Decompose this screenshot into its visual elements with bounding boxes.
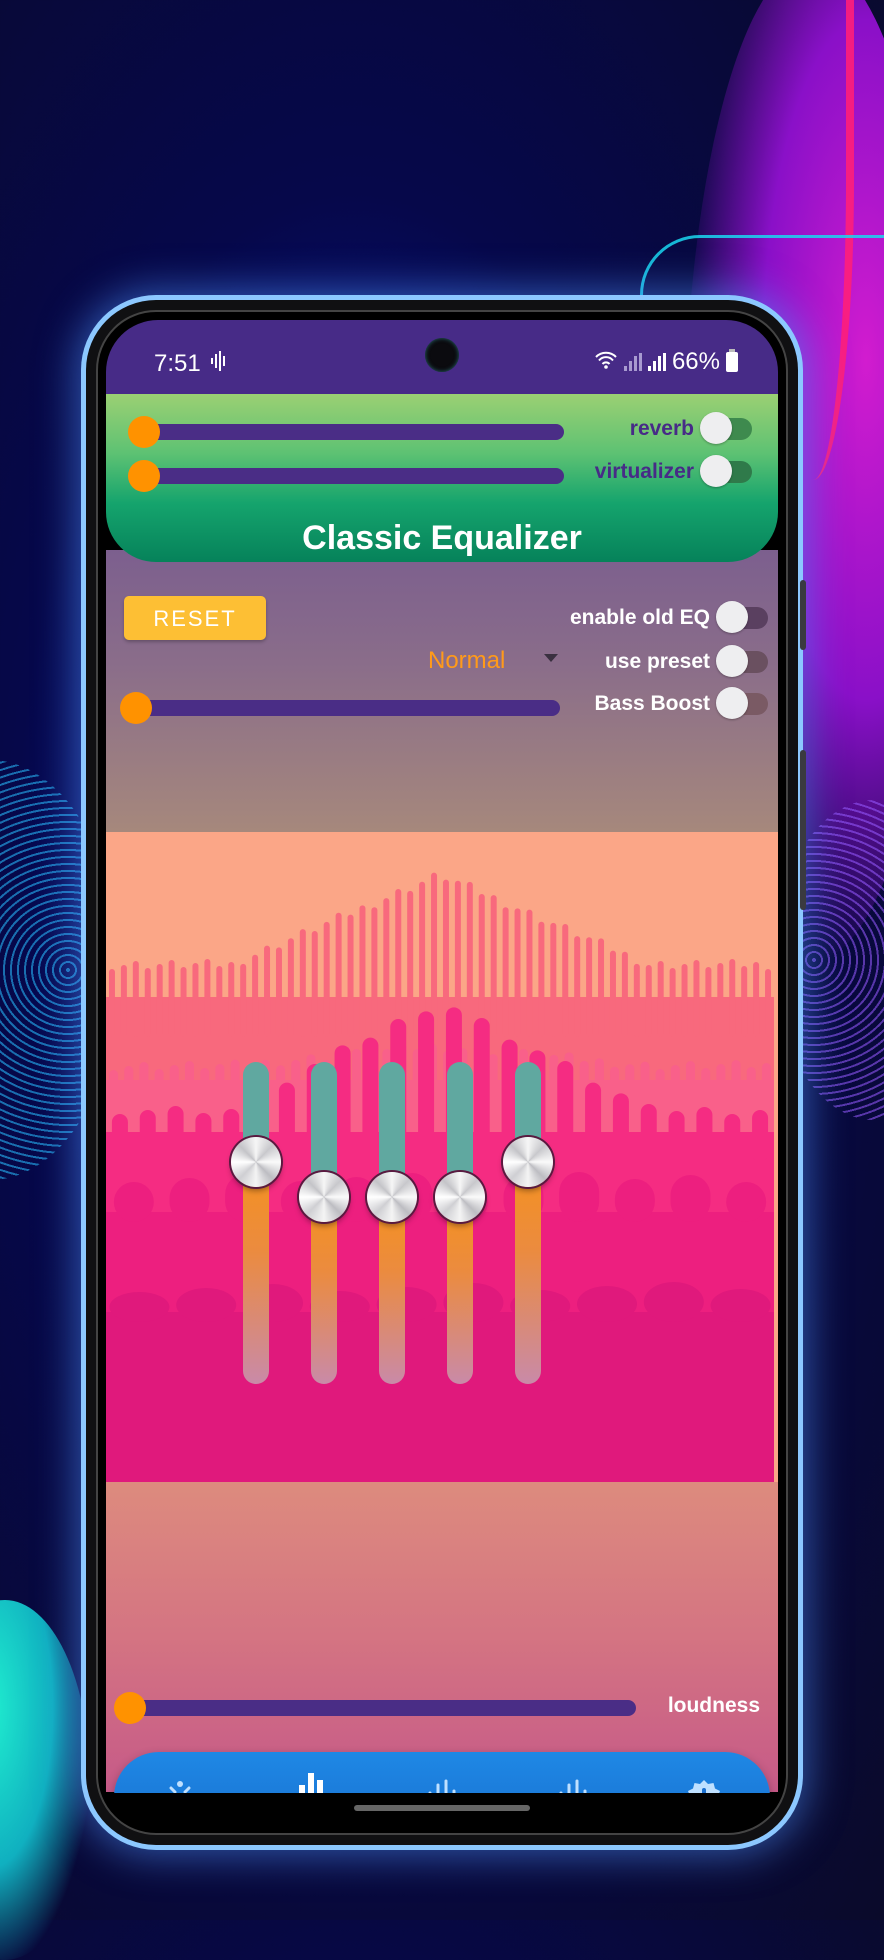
enable-old-eq-label: enable old EQ xyxy=(569,606,710,629)
signal-icon xyxy=(623,353,642,371)
nav-item-effects[interactable] xyxy=(130,1752,230,1793)
enable-old-eq-toggle[interactable] xyxy=(716,601,768,633)
alert-badge-icon xyxy=(686,1780,722,1793)
virtualizer-toggle[interactable] xyxy=(700,455,752,487)
signal-icon xyxy=(647,353,666,371)
reverb-label: reverb xyxy=(629,417,694,440)
battery-percent: 66% xyxy=(671,348,720,375)
bottom-nav: classic eq xyxy=(114,1752,770,1793)
eq-band-knob[interactable] xyxy=(503,1136,553,1187)
sparkle-icon xyxy=(163,1780,197,1793)
bass-boost-toggle[interactable] xyxy=(716,687,768,719)
background-wave-teal xyxy=(0,1600,90,1960)
front-camera xyxy=(425,338,459,372)
eq-band-slider[interactable] xyxy=(243,1062,269,1384)
status-bar: 7:51 66% xyxy=(106,320,778,394)
phone-power-button xyxy=(800,750,806,910)
reverb-slider-knob[interactable] xyxy=(128,416,160,448)
bass-boost-slider-knob[interactable] xyxy=(120,692,152,724)
page-title: Classic Equalizer xyxy=(302,519,582,557)
eq-band-slider[interactable] xyxy=(447,1062,473,1384)
app-screen: 7:51 66% reverb virtualizer Classic Equa… xyxy=(106,320,778,1793)
sound-wave-icon xyxy=(427,1779,457,1793)
loudness-slider-knob[interactable] xyxy=(114,1692,146,1724)
preset-dropdown[interactable]: Normal xyxy=(428,647,505,675)
nav-item-info[interactable] xyxy=(654,1752,754,1793)
eq-band-knob[interactable] xyxy=(367,1172,417,1223)
bass-boost-slider[interactable] xyxy=(120,692,560,724)
eq-controls: RESET enable old EQ Normal use preset Ba… xyxy=(106,550,778,832)
equalizer: 60hz230hz910hz3.6khz14khz xyxy=(106,832,778,1482)
reset-button[interactable]: RESET xyxy=(124,596,266,640)
nav-item-visualizer-1[interactable] xyxy=(392,1752,492,1793)
eq-band-knob[interactable] xyxy=(435,1172,485,1223)
eq-track-lower xyxy=(447,1197,473,1384)
nav-item-classic-eq[interactable]: classic eq xyxy=(261,1752,361,1793)
sound-wave-icon xyxy=(210,350,228,378)
eq-track-lower xyxy=(515,1161,541,1384)
eq-band-knob[interactable] xyxy=(299,1172,349,1223)
effects-panel: reverb virtualizer Classic Equalizer xyxy=(106,394,778,562)
sound-wave-icon xyxy=(558,1779,588,1793)
phone-frame: 7:51 66% reverb virtualizer Classic Equa… xyxy=(86,300,806,1845)
use-preset-toggle[interactable] xyxy=(716,645,768,677)
eq-track-lower xyxy=(311,1197,337,1384)
reverb-slider[interactable] xyxy=(128,416,564,448)
lower-panel: loudness xyxy=(106,1482,778,1792)
loudness-slider[interactable] xyxy=(114,1692,636,1724)
eq-band-knob[interactable] xyxy=(231,1136,281,1187)
status-time: 7:51 xyxy=(154,350,201,377)
chevron-down-icon[interactable] xyxy=(544,654,558,662)
loudness-label: loudness xyxy=(667,1694,760,1717)
virtualizer-slider-knob[interactable] xyxy=(128,460,160,492)
bass-boost-label: Bass Boost xyxy=(594,692,710,715)
wifi-icon xyxy=(594,350,618,375)
bar-chart-icon xyxy=(296,1769,326,1793)
virtualizer-label: virtualizer xyxy=(594,460,694,483)
use-preset-label: use preset xyxy=(604,650,710,673)
battery-charging-icon xyxy=(726,349,738,372)
home-indicator[interactable] xyxy=(354,1805,530,1811)
reverb-toggle[interactable] xyxy=(700,412,752,444)
nav-item-visualizer-2[interactable] xyxy=(523,1752,623,1793)
eq-track-lower xyxy=(379,1197,405,1384)
eq-track-lower xyxy=(243,1161,269,1384)
phone-volume-button xyxy=(800,580,806,650)
virtualizer-slider[interactable] xyxy=(128,460,564,492)
eq-band-slider[interactable] xyxy=(379,1062,405,1384)
eq-band-slider[interactable] xyxy=(311,1062,337,1384)
visualizer-panel: 60hz230hz910hz3.6khz14khz xyxy=(106,832,778,1482)
eq-band-slider[interactable] xyxy=(515,1062,541,1384)
